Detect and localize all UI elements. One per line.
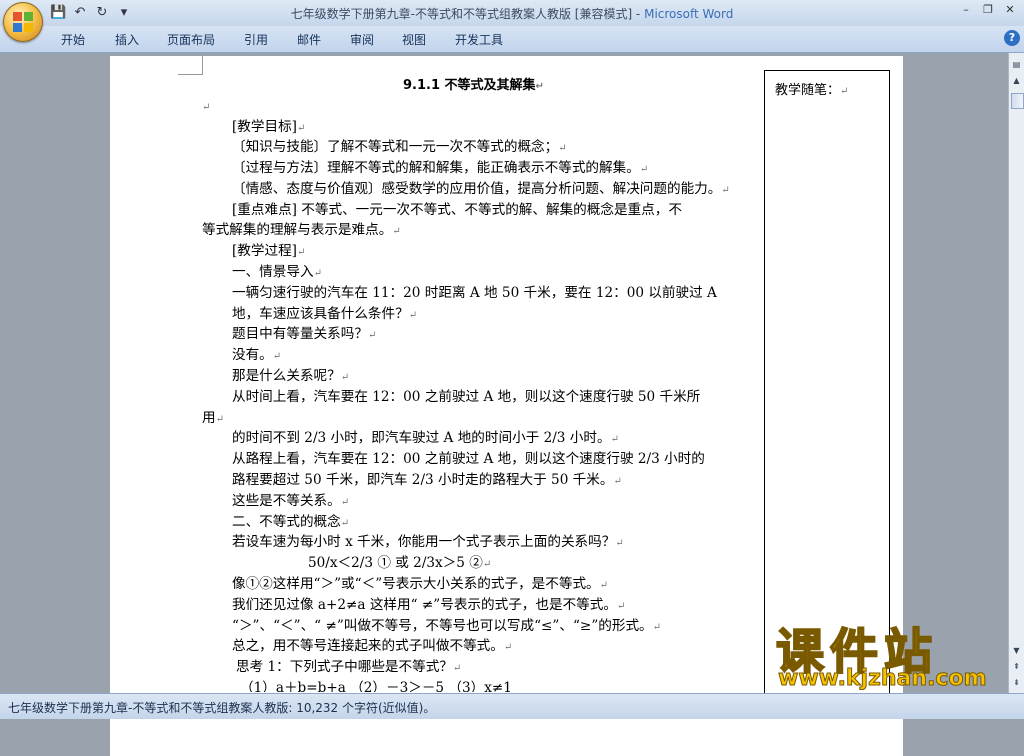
text-line: 若设车速为每小时 x 千米，你能用一个式子表示上面的关系吗？↵ bbox=[232, 534, 624, 550]
text-line: [教学过程]↵ bbox=[232, 243, 306, 259]
status-word-count[interactable]: 七年级数学下册第九章-不等式和不等式组教案人教版: 10,232 个字符(近似值… bbox=[8, 699, 435, 716]
scroll-up-icon[interactable]: ▲ bbox=[1011, 75, 1022, 87]
site-watermark: 课件站 www.kjzhan.com bbox=[775, 612, 1006, 692]
text-line: 一辆匀速行驶的汽车在 11：20 时距离 A 地 50 千米，要在 12：00 … bbox=[232, 285, 717, 301]
text-line: 从路程上看，汽车要在 12：00 之前驶过 A 地，则以这个速度行驶 2/3 小… bbox=[232, 451, 705, 467]
document-title-heading: 9.1.1 不等式及其解集↵ bbox=[403, 78, 544, 93]
text-line: 没有。↵ bbox=[232, 347, 282, 363]
app-name: Microsoft Word bbox=[644, 7, 734, 21]
text-line: [教学目标]↵ bbox=[232, 119, 306, 135]
help-icon[interactable]: ? bbox=[1004, 30, 1020, 46]
text-line: 从时间上看，汽车要在 12：00 之前驶过 A 地，则以这个速度行驶 50 千米… bbox=[232, 389, 701, 405]
text-line: 这些是不等关系。↵ bbox=[232, 493, 350, 509]
text-line: 题目中有等量关系吗？↵ bbox=[232, 326, 377, 342]
text-line: 〔知识与技能〕了解不等式和一元一次不等式的概念；↵ bbox=[232, 139, 567, 155]
text-line: 思考 1：下列式子中哪些是不等式？↵ bbox=[236, 659, 462, 675]
tab-developer[interactable]: 开发工具 bbox=[455, 31, 503, 48]
scroll-down-icon[interactable]: ▼ bbox=[1011, 645, 1022, 657]
vertical-scrollbar[interactable]: ▤ ▲ ▼ ⇞ ⇟ bbox=[1008, 53, 1024, 693]
tab-view[interactable]: 视图 bbox=[402, 31, 426, 48]
minimize-button[interactable]: – bbox=[956, 2, 976, 18]
text-line: 那是什么关系呢？↵ bbox=[232, 368, 350, 384]
text-line: [重点难点] 不等式、一元一次不等式、不等式的解、解集的概念是重点，不 bbox=[232, 202, 682, 218]
text-line: 〔情感、态度与价值观〕感受数学的应用价值，提高分析问题、解决问题的能力。↵ bbox=[232, 181, 730, 197]
text-line: 〔过程与方法〕理解不等式的解和解集，能正确表示不等式的解集。↵ bbox=[232, 160, 649, 176]
tab-references[interactable]: 引用 bbox=[244, 31, 268, 48]
restore-button[interactable]: ❐ bbox=[978, 2, 998, 18]
text-line: 等式解集的理解与表示是难点。↵ bbox=[202, 222, 401, 238]
status-bar: 七年级数学下册第九章-不等式和不等式组教案人教版: 10,232 个字符(近似值… bbox=[0, 693, 1024, 719]
text-line: 50/x＜2/3 ① 或 2/3x＞5 ②↵ bbox=[308, 555, 492, 571]
paragraph-mark: ↵ bbox=[202, 102, 211, 113]
previous-page-icon[interactable]: ⇞ bbox=[1011, 661, 1022, 673]
ruler-toggle-icon[interactable]: ▤ bbox=[1011, 59, 1022, 71]
watermark-url: www.kjzhan.com bbox=[778, 666, 988, 692]
document-title: 七年级数学下册第九章-不等式和不等式组教案人教版 [兼容模式] - bbox=[290, 7, 645, 21]
close-button[interactable]: ✕ bbox=[1000, 2, 1020, 18]
window-controls: – ❐ ✕ bbox=[956, 2, 1020, 18]
text-line: 我们还见过像 a+2≠a 这样用“ ≠”号表示的式子，也是不等式。↵ bbox=[232, 597, 626, 613]
next-page-icon[interactable]: ⇟ bbox=[1011, 677, 1022, 689]
text-line: 的时间不到 2/3 小时，即汽车驶过 A 地的时间小于 2/3 小时。↵ bbox=[232, 430, 619, 446]
tab-review[interactable]: 审阅 bbox=[350, 31, 374, 48]
office-logo-icon bbox=[13, 12, 33, 32]
text-line: “＞”、“＜”、“ ≠”叫做不等号，不等号也可以写成“≤”、“≥”的形式。↵ bbox=[232, 618, 662, 634]
window-title: 七年级数学下册第九章-不等式和不等式组教案人教版 [兼容模式] - Micros… bbox=[0, 5, 1024, 22]
text-line: 地，车速应该具备什么条件？↵ bbox=[232, 306, 418, 322]
tab-mailings[interactable]: 邮件 bbox=[297, 31, 321, 48]
tab-insert[interactable]: 插入 bbox=[115, 31, 139, 48]
text-line: 像①②这样用“＞”或“＜”号表示大小关系的式子，是不等式。↵ bbox=[232, 576, 609, 592]
text-line: 总之，用不等号连接起来的式子叫做不等式。↵ bbox=[232, 638, 513, 654]
tab-home[interactable]: 开始 bbox=[61, 31, 85, 48]
text-line: 二、不等式的概念↵ bbox=[232, 514, 350, 530]
document-body[interactable]: 9.1.1 不等式及其解集↵ ↵ [教学目标]↵ 〔知识与技能〕了解不等式和一元… bbox=[110, 56, 764, 692]
text-line: 一、情景导入↵ bbox=[232, 264, 322, 280]
title-bar: 💾 ↶ ↻ ▾ 七年级数学下册第九章-不等式和不等式组教案人教版 [兼容模式] … bbox=[0, 0, 1024, 26]
notes-label: 教学随笔：↵ bbox=[775, 83, 849, 98]
text-line: 用↵ bbox=[202, 410, 224, 426]
text-line: 路程要超过 50 千米，即汽车 2/3 小时走的路程大于 50 千米。↵ bbox=[232, 472, 622, 488]
ribbon-tabs: 开始 插入 页面布局 引用 邮件 审阅 视图 开发工具 bbox=[0, 26, 1024, 53]
office-button[interactable] bbox=[3, 2, 43, 42]
text-line: （1）a＋b=b+a （2）－3＞－5 （3）x≠1 bbox=[240, 680, 512, 692]
tab-page-layout[interactable]: 页面布局 bbox=[167, 31, 215, 48]
scroll-thumb[interactable] bbox=[1011, 93, 1024, 109]
